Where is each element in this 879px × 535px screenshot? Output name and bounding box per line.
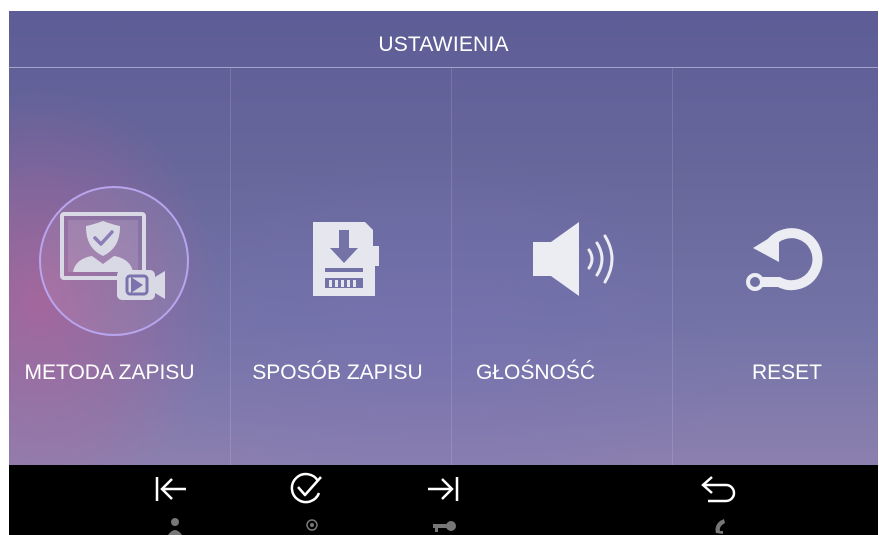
icon-holder <box>504 186 654 336</box>
person-icon <box>160 517 190 535</box>
selection-ring <box>38 186 189 336</box>
footer-bar <box>9 465 878 535</box>
speaker-volume-icon <box>529 216 629 307</box>
check-circle-icon[interactable] <box>281 471 331 507</box>
tile-sposob-zapisu[interactable]: SPOSÓB ZAPISU <box>230 68 452 465</box>
arrow-left-bar-icon[interactable] <box>146 471 196 507</box>
settings-screen: USTAWIENIA METODA ZAPISU SPOSÓB ZAPISU G… <box>9 11 878 535</box>
icon-holder <box>271 186 421 336</box>
record-method-icon <box>59 211 169 312</box>
tile-label: METODA ZAPISU <box>24 361 195 384</box>
key-icon <box>429 517 459 535</box>
tile-label: RESET <box>751 361 822 384</box>
icon-holder <box>712 186 862 336</box>
phone-handset-icon <box>706 517 736 535</box>
tile-metoda-zapisu[interactable]: METODA ZAPISU <box>9 68 231 465</box>
reset-icon <box>739 216 835 307</box>
page-title: USTAWIENIA <box>378 33 509 56</box>
tile-reset[interactable]: RESET <box>672 68 878 465</box>
back-arrow-icon[interactable] <box>693 471 743 507</box>
header-bar: USTAWIENIA <box>9 11 878 68</box>
tile-glosnosc[interactable]: GŁOŚNOŚĆ <box>451 68 673 465</box>
monitor-dot-icon <box>297 517 327 535</box>
tile-label: SPOSÓB ZAPISU <box>252 361 423 384</box>
arrow-right-bar-icon[interactable] <box>418 471 468 507</box>
sd-card-download-icon <box>303 216 389 307</box>
tile-label: GŁOŚNOŚĆ <box>475 361 596 384</box>
